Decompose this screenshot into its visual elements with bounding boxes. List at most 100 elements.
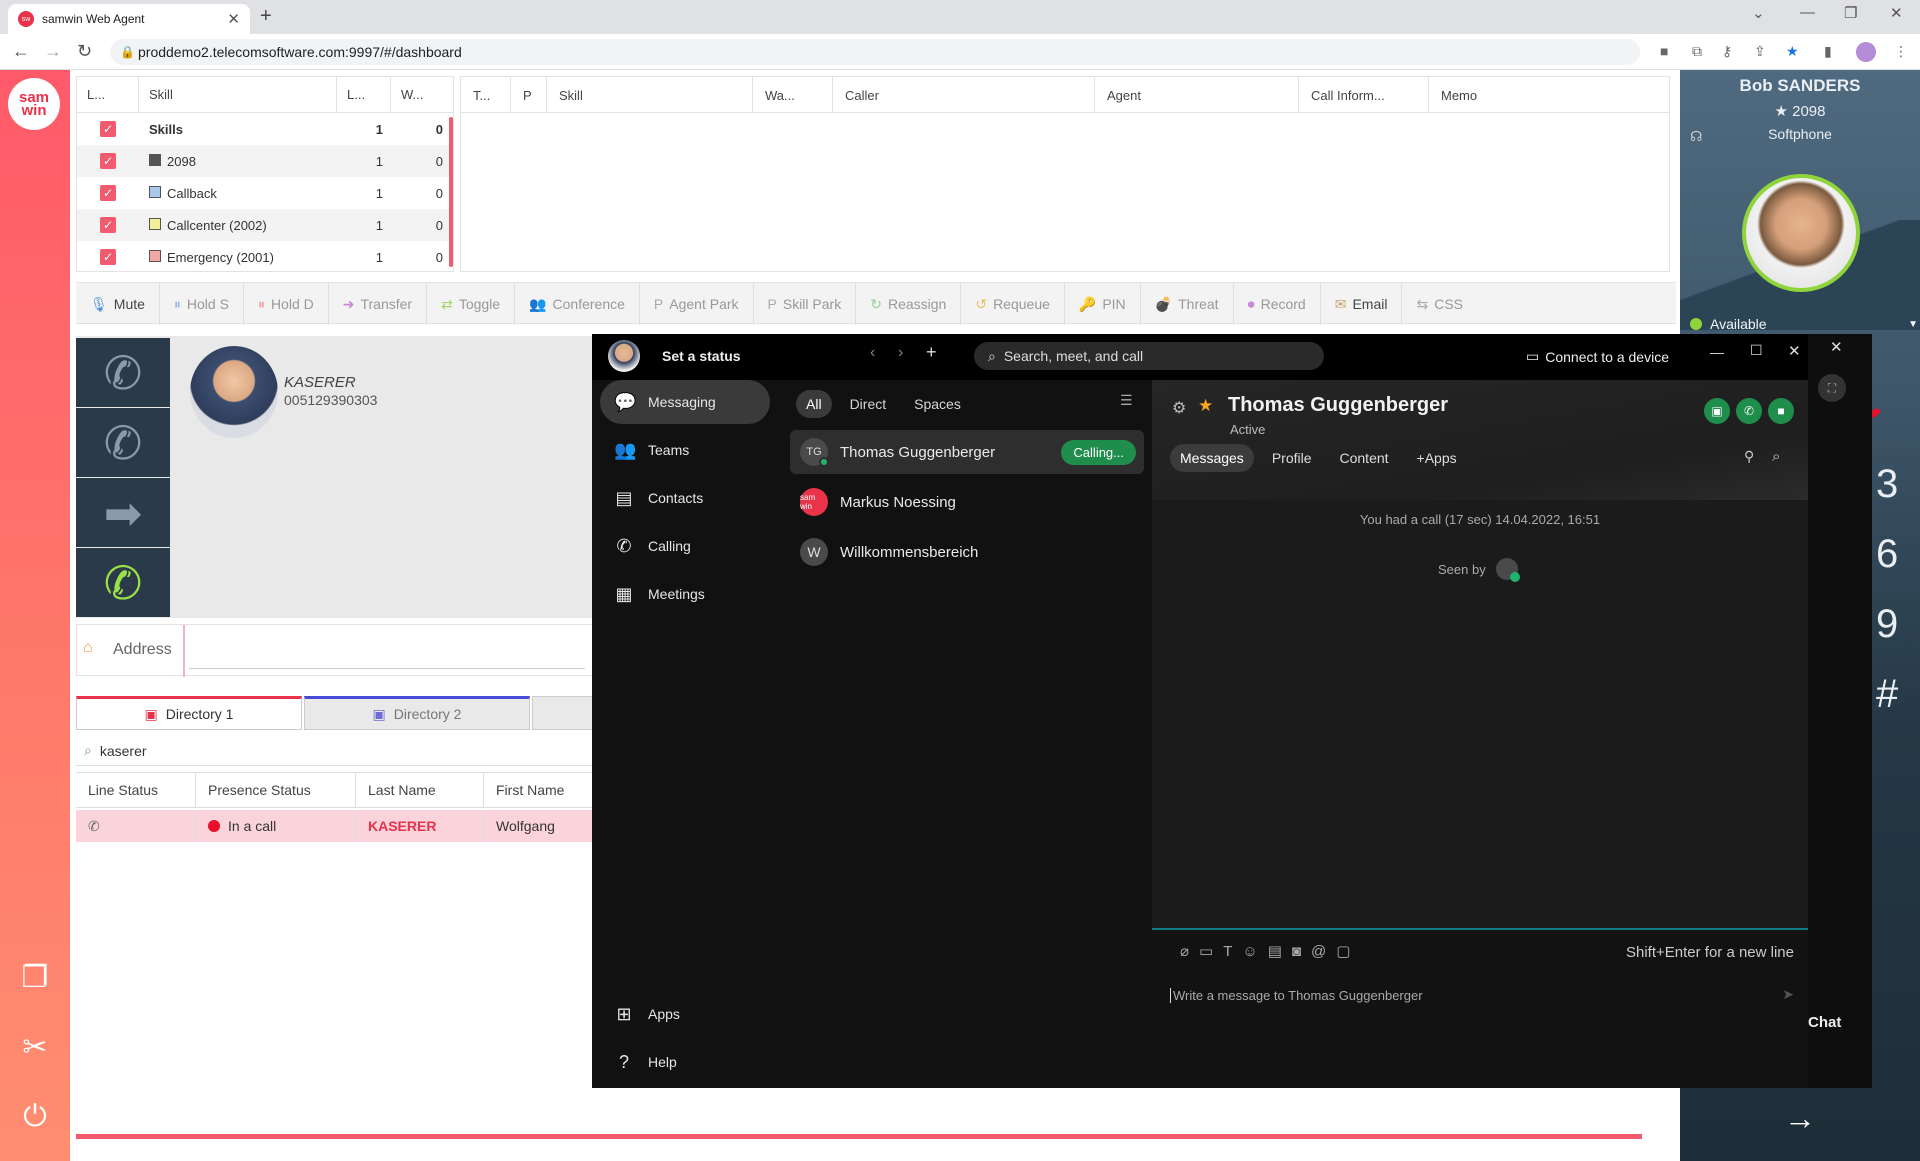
close-icon[interactable]: ✕ [1788,342,1801,360]
key-icon[interactable]: ⚷ [1722,43,1732,60]
sticker-icon[interactable]: ◙ [1292,943,1301,960]
tab-search-icon[interactable]: ⌄ [1752,4,1765,22]
filter-icon[interactable]: ☰ [1120,392,1133,409]
css-button[interactable]: ⇆ CSS [1402,283,1477,325]
col-header[interactable]: Skill [139,76,337,113]
text-format-icon[interactable]: T [1223,943,1232,960]
power-icon[interactable]: ⏻ [14,1096,56,1138]
col-header[interactable]: Skill [547,77,753,113]
set-status-link[interactable]: Set a status [662,348,741,364]
nav-messaging[interactable]: 💬 Messaging [600,380,770,424]
browser-tab[interactable]: sw samwin Web Agent ✕ [8,4,250,34]
nav-help[interactable]: ? Help [600,1040,770,1084]
skills-scrollbar[interactable] [449,117,453,267]
col-header[interactable]: Caller [833,77,1095,113]
mention-icon[interactable]: @ [1311,943,1326,960]
forward-icon[interactable]: → [44,41,62,62]
nav-meetings[interactable]: ▦ Meetings [600,572,770,616]
chevron-left-icon[interactable]: ‹ [870,344,875,362]
whiteboard-icon[interactable]: ▢ [1336,942,1350,960]
windows-icon[interactable]: ❐ [14,956,56,998]
pin-icon[interactable]: ⚲ [1744,448,1754,465]
tab-directory-1[interactable]: ▣ Directory 1 [76,696,302,730]
search-icon[interactable]: ⌕ [1772,448,1780,465]
back-icon[interactable]: ← [12,41,30,62]
user-avatar[interactable] [608,340,640,372]
reassign-button[interactable]: ↻ Reassign [856,283,962,325]
record-button[interactable]: ⏺ Record [1234,283,1321,325]
bookmark-star-icon[interactable]: ★ [1786,43,1799,60]
share-icon[interactable]: ⇪ [1754,43,1766,60]
sidepanel-icon[interactable]: ▮ [1824,43,1832,60]
popup-blocked-icon[interactable]: ⧉ [1692,43,1702,60]
chevron-right-icon[interactable]: › [898,344,903,362]
dial-digit[interactable]: # [1876,672,1898,717]
list-item[interactable]: W Willkommensbereich [790,530,1144,574]
col-header[interactable]: L... [77,76,139,113]
col-header[interactable]: Agent [1095,77,1299,113]
col-header[interactable]: First Name [484,773,596,807]
connect-device-button[interactable]: ▭ Connect to a device [1526,348,1669,365]
col-header[interactable]: Presence Status [196,773,356,807]
maximize-icon[interactable]: ☐ [1750,342,1763,359]
checkbox-checked[interactable]: ✓ [100,121,116,137]
webex-search-input[interactable]: ⌕ Search, meet, and call [974,342,1324,370]
list-item[interactable]: sam win Markus Noessing [790,480,1144,524]
email-button[interactable]: ✉ Email [1321,283,1403,325]
checkbox-checked[interactable]: ✓ [100,153,116,169]
plus-icon[interactable]: + [926,342,937,363]
availability-select[interactable]: Available ▼ [1690,316,1918,332]
tab-directory-2[interactable]: ▣ Directory 2 [304,696,530,730]
gif-icon[interactable]: ▤ [1268,942,1282,960]
col-header[interactable]: L... [337,76,391,113]
pin-button[interactable]: 🔑 PIN [1065,283,1141,325]
col-header[interactable]: Wa... [753,77,833,113]
col-header[interactable]: Memo [1429,77,1669,113]
send-icon[interactable]: ➤ [1782,986,1794,1003]
col-header[interactable]: T... [461,77,511,113]
audio-call-icon[interactable]: ✆ [1736,398,1762,424]
requeue-button[interactable]: ↺ Requeue [961,283,1065,325]
tab-content[interactable]: Content [1330,444,1399,472]
conference-button[interactable]: 👥 Conference [515,283,640,325]
toggle-button[interactable]: ⇄ Toggle [427,283,516,325]
transfer-call-button[interactable]: ✆ [76,548,170,617]
nav-teams[interactable]: 👥 Teams [600,428,770,472]
restore-icon[interactable]: ❐ [1844,4,1857,22]
favorite-star-icon[interactable]: ★ [1198,396,1213,416]
col-header[interactable]: Last Name [356,773,484,807]
transfer-button[interactable]: ➜ Transfer [329,283,428,325]
table-row[interactable]: ✓ Emergency (2001) 1 0 [77,241,453,273]
filter-spaces[interactable]: Spaces [904,390,971,418]
directory-search[interactable]: ⌕ kaserer [76,736,596,766]
table-row[interactable]: ✓ Callback 1 0 [77,177,453,209]
camera-icon[interactable]: ■ [1660,43,1668,59]
checkbox-checked[interactable]: ✓ [100,185,116,201]
table-row[interactable]: ✓ Skills 1 0 [77,113,453,145]
tab-profile[interactable]: Profile [1262,444,1322,472]
hangup-call-button[interactable]: ✆ [76,408,170,477]
nav-contacts[interactable]: ▤ Contacts [600,476,770,520]
filter-direct[interactable]: Direct [840,390,897,418]
skill-park-button[interactable]: P Skill Park [754,283,857,325]
video-call-icon[interactable]: ■ [1768,398,1794,424]
dial-digit[interactable]: 9 [1876,602,1898,647]
reload-icon[interactable]: ↻ [77,41,92,62]
threat-button[interactable]: 💣 Threat [1141,283,1234,325]
screen-share-icon[interactable]: ▣ [1704,398,1730,424]
new-tab-icon[interactable]: + [260,5,272,28]
col-header[interactable]: Line Status [76,773,196,807]
fullscreen-icon[interactable]: ⛶ [1818,374,1846,402]
attach-icon[interactable]: ⌀ [1180,942,1189,960]
close-icon[interactable]: ✕ [1830,338,1843,356]
mute-button[interactable]: 🎙 Mute [76,283,160,325]
gear-icon[interactable]: ⚙ [1172,398,1186,418]
checkbox-checked[interactable]: ✓ [100,217,116,233]
dial-digit[interactable]: 3 [1876,462,1898,507]
col-header[interactable]: P [511,77,547,113]
tab-messages[interactable]: Messages [1170,444,1254,472]
filter-all[interactable]: All [796,390,832,418]
col-header[interactable]: Call Inform... [1299,77,1429,113]
tab-directory-3[interactable] [532,696,596,730]
list-item[interactable]: TG Thomas Guggenberger Calling... [790,430,1144,474]
